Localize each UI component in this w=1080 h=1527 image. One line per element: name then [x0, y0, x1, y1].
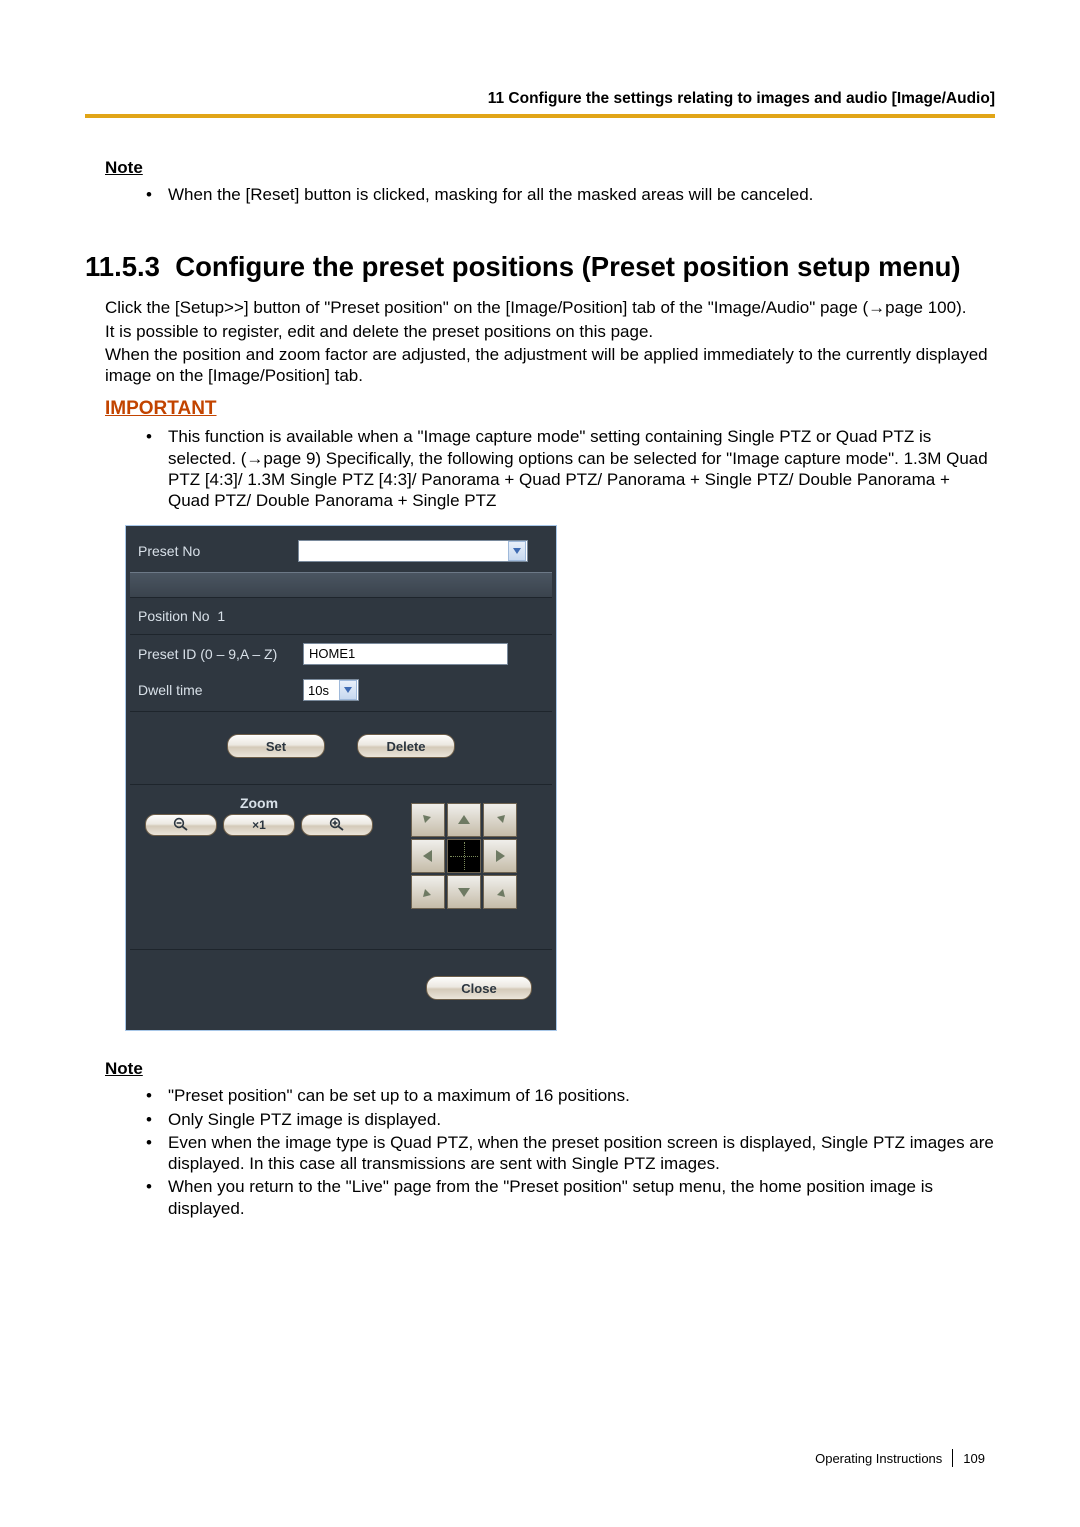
ptz-left-button[interactable]: [411, 839, 445, 873]
ptz-down-left-button[interactable]: [411, 875, 445, 909]
zoom-column: Zoom ×1: [136, 795, 382, 909]
section-title: 11.5.3 Configure the preset positions (P…: [85, 250, 995, 283]
preset-id-input[interactable]: HOME1: [303, 643, 508, 665]
close-button[interactable]: Close: [426, 976, 532, 1000]
note1-item-1: When the [Reset] button is clicked, mask…: [140, 184, 995, 205]
ptz-center[interactable]: [447, 839, 481, 873]
chevron-down-icon[interactable]: [339, 680, 357, 700]
running-header: 11 Configure the settings relating to im…: [85, 90, 995, 114]
preset-no-label: Preset No: [138, 543, 298, 559]
zoom-reset-button[interactable]: ×1: [223, 814, 295, 836]
chevron-down-icon[interactable]: [508, 541, 526, 561]
control-area: Zoom ×1: [130, 785, 552, 950]
arrow-up-icon: [457, 814, 471, 826]
note-heading-2: Note: [105, 1059, 995, 1079]
preset-id-value: HOME1: [309, 646, 355, 661]
ptz-up-right-button[interactable]: [483, 803, 517, 837]
ptz-column: [382, 795, 546, 909]
preset-no-select[interactable]: [298, 540, 528, 562]
preset-id-row: Preset ID (0 – 9,A – Z) HOME1: [130, 635, 552, 673]
ptz-up-button[interactable]: [447, 803, 481, 837]
arrow-down-right-icon: [493, 885, 507, 899]
dwell-time-select[interactable]: 10s: [303, 679, 359, 701]
note-heading-1: Note: [105, 158, 995, 178]
note2-item-1: "Preset position" can be set up to a max…: [140, 1085, 995, 1106]
footer-doc-label: Operating Instructions: [815, 1451, 942, 1466]
ptz-down-button[interactable]: [447, 875, 481, 909]
footer-page-number: 109: [963, 1451, 985, 1466]
footer-separator: [952, 1449, 953, 1467]
page-footer: Operating Instructions 109: [815, 1449, 985, 1467]
arrow-up-left-icon: [421, 813, 435, 827]
zoom-label: Zoom: [136, 795, 382, 811]
note2-item-2: Only Single PTZ image is displayed.: [140, 1109, 995, 1130]
dwell-time-row: Dwell time 10s: [130, 673, 552, 712]
intro-p1: Click the [Setup>>] button of "Preset po…: [105, 297, 995, 318]
preset-no-row: Preset No: [130, 530, 552, 572]
document-page: 11 Configure the settings relating to im…: [0, 0, 1080, 1527]
close-row: Close: [130, 950, 552, 1026]
dwell-time-value: 10s: [308, 683, 339, 698]
position-no-row: Position No 1: [130, 598, 552, 635]
ptz-up-left-button[interactable]: [411, 803, 445, 837]
dwell-time-label: Dwell time: [138, 682, 303, 698]
ptz-right-button[interactable]: [483, 839, 517, 873]
header-rule: [85, 114, 995, 118]
section-heading: Configure the preset positions (Preset p…: [175, 251, 960, 282]
zoom-out-button[interactable]: [145, 814, 217, 836]
set-delete-row: Set Delete: [130, 712, 552, 785]
magnify-plus-icon: [329, 817, 345, 834]
zoom-in-button[interactable]: [301, 814, 373, 836]
note2-item-4: When you return to the "Live" page from …: [140, 1176, 995, 1219]
position-no-label: Position No 1: [138, 608, 298, 624]
important-list: This function is available when a "Image…: [140, 426, 995, 511]
magnify-minus-icon: [173, 817, 189, 834]
arrow-left-icon: [422, 849, 434, 863]
arrow-down-left-icon: [421, 885, 435, 899]
intro-p3: When the position and zoom factor are ad…: [105, 344, 995, 387]
arrow-right-icon: [494, 849, 506, 863]
set-button[interactable]: Set: [227, 734, 325, 758]
ptz-dpad: [411, 803, 517, 909]
ptz-down-right-button[interactable]: [483, 875, 517, 909]
arrow-down-icon: [457, 886, 471, 898]
note-list-2: "Preset position" can be set up to a max…: [140, 1085, 995, 1219]
position-no-value: 1: [217, 608, 225, 624]
intro-p2: It is possible to register, edit and del…: [105, 321, 995, 342]
note-list-1: When the [Reset] button is clicked, mask…: [140, 184, 995, 205]
preset-position-panel: Preset No Position No 1 Preset ID (0 – 9…: [125, 525, 557, 1031]
delete-button[interactable]: Delete: [357, 734, 455, 758]
section-number: 11.5.3: [85, 251, 160, 282]
row-separator: [130, 572, 552, 598]
important-heading: IMPORTANT: [105, 398, 995, 420]
note2-item-3: Even when the image type is Quad PTZ, wh…: [140, 1132, 995, 1175]
zoom-bar: ×1: [136, 814, 382, 836]
important-item-1: This function is available when a "Image…: [140, 426, 995, 511]
preset-id-label: Preset ID (0 – 9,A – Z): [138, 646, 303, 662]
arrow-up-right-icon: [493, 813, 507, 827]
